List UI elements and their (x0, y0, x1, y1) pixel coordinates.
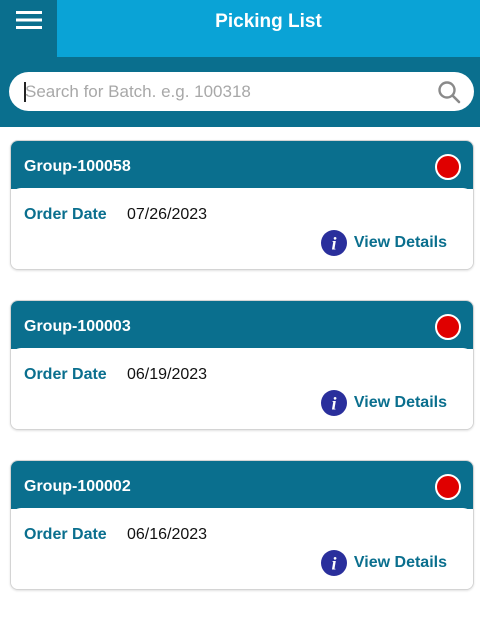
view-details-label: View Details (353, 234, 447, 251)
order-date-value: 06/19/2023 (127, 366, 208, 383)
status-indicator-red (435, 154, 461, 180)
menu-button[interactable] (0, 0, 57, 57)
order-date-value: 06/16/2023 (127, 526, 208, 543)
search-icon[interactable] (436, 79, 462, 105)
view-details-button[interactable]: i View Details (320, 550, 447, 576)
group-card-body: Order Date 07/26/2023 i View Details (11, 188, 473, 269)
view-details-label: View Details (353, 554, 447, 571)
status-indicator-red (435, 474, 461, 500)
search-input[interactable] (23, 72, 423, 111)
group-name: Group-100002 (24, 478, 131, 495)
svg-text:i: i (331, 394, 336, 414)
info-icon: i (320, 390, 347, 416)
search-bar (0, 57, 480, 127)
group-card-header: Group-100002 (11, 461, 473, 509)
order-date-value: 07/26/2023 (127, 206, 208, 223)
group-card[interactable]: Group-100058 Order Date 07/26/2023 i Vie… (10, 140, 474, 270)
app-header: Picking List (0, 0, 480, 57)
order-date-label: Order Date (24, 366, 107, 383)
group-card-body: Order Date 06/16/2023 i View Details (11, 508, 473, 589)
order-date-label: Order Date (24, 526, 107, 543)
page-title: Picking List (215, 11, 322, 32)
status-indicator-red (435, 314, 461, 340)
info-icon: i (320, 550, 347, 576)
group-card-body: Order Date 06/19/2023 i View Details (11, 348, 473, 429)
svg-text:i: i (331, 554, 336, 574)
group-name: Group-100003 (24, 318, 131, 335)
svg-text:i: i (331, 234, 336, 254)
order-date-label: Order Date (24, 206, 107, 223)
search-box (9, 72, 474, 111)
group-card[interactable]: Group-100002 Order Date 06/16/2023 i Vie… (10, 460, 474, 590)
group-card[interactable]: Group-100003 Order Date 06/19/2023 i Vie… (10, 300, 474, 430)
group-card-header: Group-100058 (11, 141, 473, 189)
view-details-button[interactable]: i View Details (320, 390, 447, 416)
group-name: Group-100058 (24, 158, 131, 175)
group-card-header: Group-100003 (11, 301, 473, 349)
view-details-button[interactable]: i View Details (320, 230, 447, 256)
view-details-label: View Details (353, 394, 447, 411)
info-icon: i (320, 230, 347, 256)
hamburger-menu-icon (15, 11, 42, 29)
